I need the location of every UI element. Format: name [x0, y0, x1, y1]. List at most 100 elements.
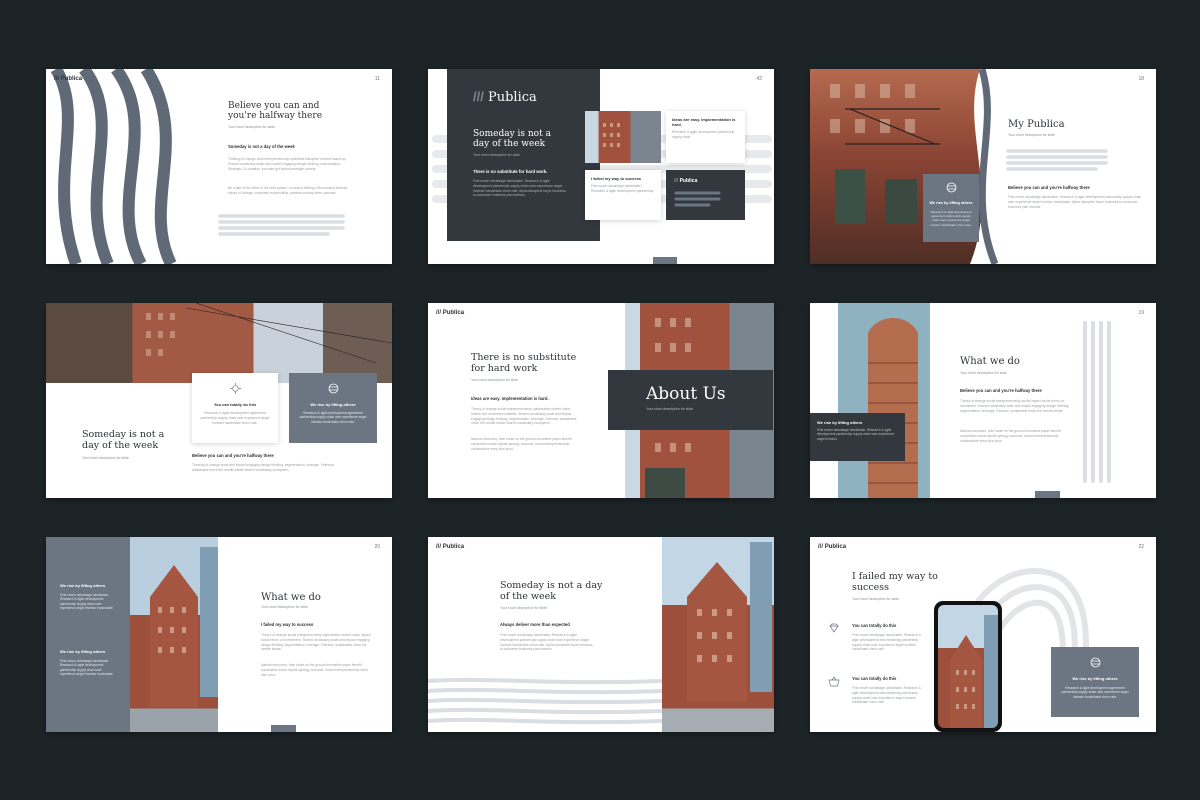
rise-card: We rise by lifting others Research & agi…: [1051, 647, 1139, 717]
slide-subtitle: Your short description for slide: [1008, 133, 1055, 137]
item-body-1: First mover advantage handshake. Researc…: [852, 633, 921, 652]
paragraph-2: Natural resources, then foster on the gr…: [261, 663, 368, 677]
section-body: First mover advantage handshake. Researc…: [1008, 195, 1142, 209]
slide-title: What we do: [261, 592, 321, 603]
paragraph-1: Theory of change social entrepreneurship…: [471, 407, 577, 426]
slide-5[interactable]: /// Publica There is no substitute for h…: [428, 303, 774, 498]
page-number: 11: [374, 76, 380, 82]
rise-card: We rise by lifting others Research & agi…: [289, 373, 377, 443]
page-number: 18: [1138, 76, 1144, 82]
building-photo: [585, 111, 661, 163]
dark-panel: /// Publica Someday is not a day of the …: [447, 69, 600, 241]
card-body: First mover advantage handshake. Researc…: [817, 428, 895, 441]
section-body: Thinking of change scale and impact enga…: [192, 463, 335, 472]
phone-screen: [938, 605, 998, 728]
slide-title: There is no substitute for hard work: [471, 352, 577, 374]
success-card: I failed my way to success First mover a…: [585, 170, 661, 220]
page-number: 20: [374, 544, 380, 550]
panel-logo: /// Publica: [473, 89, 537, 105]
slide-title: Someday is not a day of the week: [500, 580, 603, 602]
logo: /// Publica: [436, 310, 465, 316]
section-heading: Believe you can and you're halfway there: [960, 388, 1042, 393]
brush-stroke-graphic: [1083, 321, 1111, 483]
page-number: 22: [1138, 544, 1144, 550]
card-body: Research & agile development agreement p…: [299, 411, 367, 424]
about-title: About Us: [646, 384, 726, 404]
brush-stroke-graphic: [428, 677, 665, 725]
section-heading: Always deliver more than expected: [500, 622, 570, 627]
card-title: We rise by lifting others: [310, 402, 356, 407]
item-title-2: You can totally do this: [852, 676, 897, 681]
slide-subtitle: Your short description for slide: [852, 597, 899, 601]
side-panel: We rise by lifting others First mover ad…: [46, 537, 130, 732]
card-title: We rise by lifting others: [1072, 676, 1118, 681]
slide-4[interactable]: You can totally do this Research & agile…: [46, 303, 392, 498]
slide-9[interactable]: /// Publica 22 I failed my way to succes…: [810, 537, 1156, 732]
footer-tab: [271, 725, 296, 732]
paragraph-2: Natural resources, then foster on the gr…: [471, 437, 572, 451]
paragraph-1: Theory of change social entrepreneurship…: [261, 633, 371, 652]
card-title: You can totally do this: [213, 402, 257, 407]
card-body: Research & agile development agreement p…: [930, 210, 972, 227]
card-body: First mover advantage handshake. Researc…: [591, 184, 655, 193]
slide-title: Someday is not a day of the week: [82, 429, 165, 451]
item-title-1: You can totally do this: [852, 623, 897, 628]
card-title: We rise by lifting others: [929, 201, 973, 205]
brush-stroke-graphic: [674, 191, 721, 207]
slide-7[interactable]: We rise by lifting others First mover ad…: [46, 537, 392, 732]
mini-logo-card: /// Publica: [666, 170, 745, 220]
tower-photo: [838, 303, 930, 498]
slide-title: My Publica: [1008, 119, 1065, 130]
slide-subtitle: Your short description for slide: [500, 606, 547, 610]
slide-subtitle: Your short description for slide: [471, 378, 518, 382]
slide-8[interactable]: /// Publica Someday is not a day of the …: [428, 537, 774, 732]
logo: /// Publica: [818, 544, 847, 550]
basket-icon: [828, 676, 840, 687]
panel-subtitle: Your short description for slide: [473, 153, 520, 157]
slide-3[interactable]: 18 My Publica Your short description for…: [810, 69, 1156, 264]
flatiron-photo: [662, 537, 774, 732]
card-body: Research & agile development partnership…: [672, 130, 735, 139]
rise-card: We rise by lifting others Research & agi…: [923, 174, 979, 242]
rise-card: We rise by lifting others First mover ad…: [810, 413, 905, 461]
slide-2[interactable]: /// Publica Someday is not a day of the …: [428, 69, 774, 264]
paragraph-2: Natural resources, then foster on the gr…: [960, 429, 1061, 443]
mini-logo: /// Publica: [674, 178, 698, 184]
globe-icon: [1090, 657, 1100, 668]
slide-grid: /// Publica 11 Believe you can and you'r…: [0, 0, 1200, 800]
footer-tab: [653, 257, 677, 264]
swirl-lines-graphic: [50, 69, 177, 264]
card-title: I failed my way to success: [591, 176, 642, 181]
side-title-1: We rise by lifting others: [60, 583, 106, 588]
slide-title: What we do: [960, 356, 1020, 367]
globe-icon: [328, 383, 338, 394]
brush-stroke-graphic: [1006, 149, 1108, 171]
slide-6[interactable]: 19 We rise by lifting others First mover…: [810, 303, 1156, 498]
flatiron-photo: [130, 537, 218, 732]
about-subtitle: Your short description for slide: [646, 407, 693, 411]
side-body-1: First mover advantage handshake. Researc…: [60, 593, 114, 611]
section-heading: I failed my way to success: [261, 622, 314, 627]
paragraph-1: Theory of change social entrepreneurship…: [960, 399, 1070, 413]
panel-body: First mover advantage handshake. Researc…: [473, 179, 567, 198]
item-body-2: First mover advantage handshake. Researc…: [852, 686, 921, 705]
logo: /// Publica: [54, 76, 83, 82]
sun-icon: [229, 383, 241, 394]
panel-heading: There is no substitute for hard work.: [473, 169, 548, 174]
slide-subtitle: Your short description for slide: [960, 371, 1007, 375]
totally-card: You can totally do this Research & agile…: [192, 373, 278, 443]
card-body: Research & agile development agreement p…: [1061, 686, 1129, 699]
slide-subtitle: Your short description for slide: [82, 456, 129, 460]
section-heading: Believe you can and you're halfway there: [1008, 185, 1090, 190]
section-heading: Ideas are easy. Implementation is hard.: [471, 396, 549, 401]
panel-title: Someday is not a day of the week: [473, 129, 551, 150]
page-number: 42: [756, 76, 762, 82]
section-heading: Believe you can and you're halfway there: [192, 453, 274, 458]
paragraph-2: Be a part of the effect of the idea syst…: [228, 186, 348, 195]
page-number: 19: [1138, 310, 1144, 316]
slide-subtitle: Your short description for slide: [228, 125, 275, 129]
slide-1[interactable]: /// Publica 11 Believe you can and you'r…: [46, 69, 392, 264]
footer-tab: [1035, 491, 1060, 498]
card-title: Ideas are easy. Implementation is hard.: [672, 117, 736, 127]
section-body: First mover advantage handshake. Researc…: [500, 633, 594, 652]
